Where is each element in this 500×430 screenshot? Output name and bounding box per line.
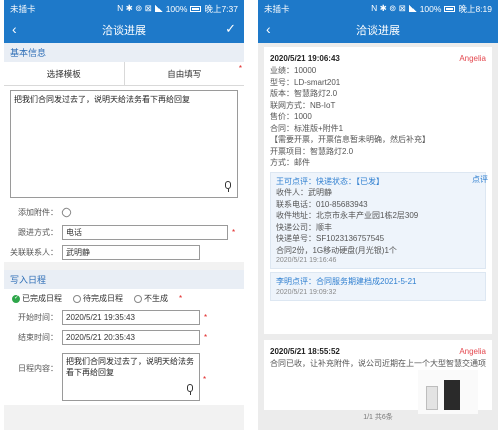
radio-completed[interactable]: 已完成日程	[12, 293, 62, 304]
comment-title: 李明点评：合同服务期建档成2021-5-21	[276, 277, 417, 286]
carrier-label: 未插卡	[264, 3, 290, 14]
card-author: Angelia	[459, 346, 486, 356]
radio-none[interactable]: 不生成	[134, 293, 168, 304]
battery-percent: 100%	[419, 3, 442, 14]
detail-line: 合同：标准版+附件1	[270, 123, 344, 133]
comment-line: 联系电话：010-85683943	[276, 199, 368, 209]
comment-title: 王可点评：快递状态：【已发】	[276, 176, 384, 186]
status-icons: N ✱ ⊚ ⊠	[371, 3, 406, 13]
progress-card: 2020/5/21 19:06:43 Angelia 业绩：10000 型号：L…	[264, 47, 492, 334]
status-icons: N ✱ ⊚ ⊠	[117, 3, 152, 13]
required-mark: *	[204, 312, 208, 322]
comment-line: 快递公司：顺丰	[276, 222, 332, 232]
tab-select-template[interactable]: 选择模板	[4, 62, 124, 85]
nav-bar: ‹ 洽谈进展 ✓	[4, 17, 244, 43]
status-bar: 未插卡 N ✱ ⊚ ⊠ 100% 晚上8:19	[258, 0, 498, 17]
back-chevron-icon[interactable]: ‹	[12, 21, 17, 37]
end-time-field[interactable]: 2020/5/21 20:35:43	[62, 329, 200, 345]
page-title: 洽谈进展	[102, 25, 146, 37]
nav-bar: ‹ 洽谈进展	[258, 17, 498, 43]
card-author: Angelia	[459, 53, 486, 63]
note-area-wrap: 把我们合同发过去了，说明天给法务看下再给回复	[4, 86, 244, 202]
pager-label: 1/1 共6条	[363, 414, 393, 421]
comment-line: 收件人：武明静	[276, 188, 332, 197]
carrier-label: 未插卡	[10, 3, 36, 14]
microphone-icon[interactable]	[187, 384, 194, 396]
detail-line: 合同已收，让补充附件，说公司近期在上一个大型智慧交通项目，从同	[270, 359, 486, 368]
detail-line: 版本：智慧路灯2.0	[270, 89, 338, 98]
required-mark: *	[203, 375, 207, 384]
comment-time: 2020/5/21 19:09:32	[276, 288, 337, 296]
battery-icon	[190, 5, 202, 12]
comment-time: 2020/5/21 19:16:46	[276, 257, 337, 264]
progress-card: 2020/5/21 18:55:52 Angelia 合同已收，让补充附件，说公…	[264, 340, 492, 414]
note-textarea[interactable]: 把我们合同发过去了，说明天给法务看下再给回复	[10, 90, 238, 198]
tab-free-entry[interactable]: 自由填写	[123, 62, 244, 85]
start-time-field[interactable]: 2020/5/21 19:35:43	[62, 309, 200, 325]
device-image	[444, 379, 460, 410]
follow-method-field[interactable]: 电话	[62, 224, 228, 240]
end-time-label: 结束时间：	[18, 332, 58, 342]
card-date: 2020/5/21 18:55:52	[270, 346, 340, 356]
progress-list-screen: 未插卡 N ✱ ⊚ ⊠ 100% 晚上8:19 ‹ 洽谈进展 2020/5/21…	[258, 0, 498, 430]
note-mode-tabs: 选择模板 自由填写 *	[4, 62, 244, 86]
comment-line: 合同2份，1G移动硬盘(月光银)1个	[276, 245, 397, 255]
comment-block: 王可点评：快递状态：【已发】 收件人：武明静 联系电话：010-85683943…	[270, 171, 486, 269]
comment-button[interactable]: 点评	[472, 174, 488, 185]
contact-row: 关联联系人： 武明静	[4, 242, 244, 262]
signal-icon	[154, 5, 163, 12]
comment-line: 收件地址：北京市永丰产业园1栋2层309	[276, 211, 419, 220]
schedule-content-text: 把我们合同发过去了，说明天给法务看下再给回复	[66, 357, 194, 377]
attachment-row: 添加附件：	[4, 202, 244, 222]
detail-line: 联网方式：NB-IoT	[270, 100, 336, 110]
start-time-row: 开始时间： 2020/5/21 19:35:43 *	[4, 307, 244, 327]
radio-pending[interactable]: 待完成日程	[73, 293, 123, 304]
page-title: 洽谈进展	[356, 25, 400, 37]
clock: 晚上8:19	[458, 3, 492, 14]
confirm-check-icon[interactable]: ✓	[225, 21, 236, 37]
radio-empty-icon	[73, 295, 81, 303]
detail-line: 型号：LD-smart201	[270, 77, 341, 87]
contact-field[interactable]: 武明静	[62, 244, 200, 260]
comment-block: 李明点评：合同服务期建档成2021-5-21 2020/5/21 19:09:3…	[270, 272, 486, 301]
schedule-header: 写入日程	[4, 270, 244, 289]
clock: 晚上7:37	[204, 3, 238, 14]
schedule-content-textarea[interactable]: 把我们合同发过去了，说明天给法务看下再给回复	[62, 353, 200, 401]
back-chevron-icon[interactable]: ‹	[266, 21, 271, 37]
required-mark: *	[238, 64, 242, 73]
status-bar: 未插卡 N ✱ ⊚ ⊠ 100% 晚上7:37	[4, 0, 244, 17]
battery-percent: 100%	[165, 3, 188, 14]
contact-label: 关联联系人：	[10, 247, 58, 257]
required-mark: *	[204, 332, 208, 342]
card-date: 2020/5/21 19:06:43	[270, 53, 340, 63]
basic-info-header: 基本信息	[4, 43, 244, 62]
radio-empty-icon	[134, 295, 142, 303]
end-time-row: 结束时间： 2020/5/21 20:35:43 *	[4, 327, 244, 347]
detail-line: 方式：邮件	[270, 158, 310, 167]
detail-line: 【需要开票，开票信息暂未明确，然后补充】	[270, 135, 430, 144]
schedule-content-row: 日程内容： 把我们合同发过去了，说明天给法务看下再给回复 *	[4, 347, 244, 405]
attachment-label: 添加附件：	[18, 207, 58, 217]
comment-line: 快递单号：SF1023136757545	[276, 234, 385, 243]
signal-icon	[408, 5, 417, 12]
paperclip-icon[interactable]	[60, 205, 73, 219]
attachment-thumbnail[interactable]	[418, 369, 478, 414]
microphone-icon[interactable]	[225, 181, 232, 193]
follow-method-row: 跟进方式： 电话 *	[4, 222, 244, 242]
required-mark: *	[232, 227, 236, 237]
detail-line: 业绩：10000	[270, 66, 317, 75]
schedule-content-label: 日程内容：	[18, 364, 58, 373]
schedule-status-radios: 已完成日程 待完成日程 不生成 *	[4, 289, 244, 307]
follow-method-label: 跟进方式：	[18, 227, 58, 237]
start-time-label: 开始时间：	[18, 312, 58, 322]
detail-line: 售价：1000	[270, 112, 312, 121]
device-image	[426, 385, 438, 410]
edit-progress-screen: 未插卡 N ✱ ⊚ ⊠ 100% 晚上7:37 ‹ 洽谈进展 ✓ 基本信息 选择…	[4, 0, 244, 430]
required-mark: *	[179, 293, 183, 303]
radio-checked-icon	[12, 294, 20, 303]
detail-line: 开票项目：智慧路灯2.0	[270, 146, 354, 156]
note-text: 把我们合同发过去了，说明天给法务看下再给回复	[14, 95, 190, 104]
battery-icon	[444, 5, 456, 12]
